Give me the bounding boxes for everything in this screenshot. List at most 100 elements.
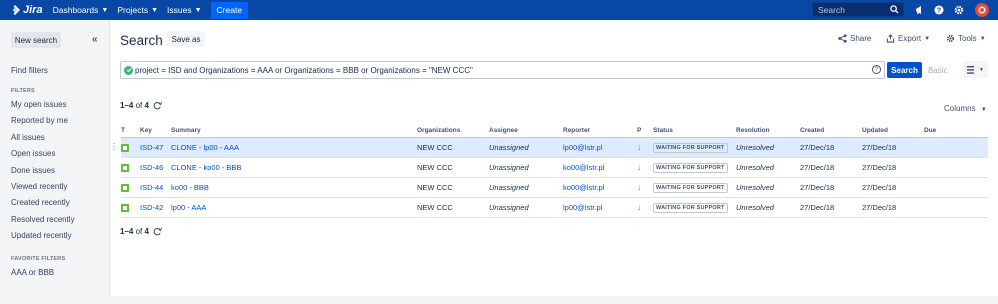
table-row[interactable]: ISD-44 ko00 - BBB NEW CCC Unassigned ko0… [121, 177, 988, 198]
results-count-bottom: 1–4 of 4 [120, 227, 162, 236]
filter-viewed-recently[interactable]: Viewed recently [11, 182, 67, 191]
service-request-icon [121, 143, 129, 152]
issue-key[interactable]: ISD-42 [140, 203, 163, 212]
issue-created: 27/Dec/18 [800, 177, 862, 198]
export-icon [886, 34, 895, 43]
global-search-input[interactable]: Search [812, 2, 904, 17]
col-updated[interactable]: Updated [862, 124, 924, 138]
chevron-down-icon: ▼ [151, 6, 159, 14]
table-row[interactable]: ISD-46 CLONE - ko00 - BBB NEW CCC Unassi… [121, 157, 988, 178]
issue-organizations: NEW CCC [417, 197, 489, 218]
col-assignee[interactable]: Assignee [489, 124, 563, 138]
new-search-button[interactable]: New search [11, 32, 61, 48]
priority-low-arrow-icon: ↓ [637, 142, 642, 152]
filters-sidebar: New search « Find filters FILTERS My ope… [0, 20, 110, 296]
issue-summary[interactable]: CLONE - ko00 - BBB [171, 163, 241, 172]
col-reporter[interactable]: Reporter [563, 124, 637, 138]
filter-open-issues[interactable]: Open issues [11, 149, 55, 158]
issue-reporter[interactable]: lp00@lstr.pl [563, 143, 602, 152]
issue-resolution: Unresolved [736, 177, 800, 198]
create-button[interactable]: Create [210, 1, 249, 19]
refresh-icon[interactable] [153, 101, 162, 110]
double-chevron-left-icon[interactable]: « [92, 34, 98, 45]
jira-icon [12, 5, 20, 15]
tools-label: Tools [958, 34, 977, 43]
filter-updated-recently[interactable]: Updated recently [11, 231, 71, 240]
user-avatar[interactable] [975, 3, 989, 17]
issue-resolution: Unresolved [736, 197, 800, 218]
filters-heading: FILTERS [11, 88, 35, 94]
nav-dashboards[interactable]: Dashboards ▼ [53, 5, 109, 15]
results-total: 4 [144, 101, 149, 110]
col-summary[interactable]: Summary [171, 124, 417, 138]
issue-assignee: Unassigned [489, 137, 563, 158]
issue-created: 27/Dec/18 [800, 197, 862, 218]
issue-organizations: NEW CCC [417, 157, 489, 178]
basic-mode-link[interactable]: Basic [928, 66, 948, 75]
megaphone-icon[interactable] [914, 4, 926, 16]
help-icon[interactable]: ? [933, 4, 945, 16]
col-key[interactable]: Key [140, 124, 171, 138]
issue-summary[interactable]: CLONE - lp00 - AAA [171, 143, 239, 152]
issue-summary[interactable]: lp00 - AAA [171, 203, 206, 212]
issue-key[interactable]: ISD-46 [140, 163, 163, 172]
valid-query-check-icon [124, 65, 133, 75]
col-due[interactable]: Due [924, 124, 988, 138]
service-request-icon [121, 183, 129, 192]
issues-table: T Key Summary Organizations Assignee Rep… [121, 124, 988, 218]
search-button[interactable]: Search [887, 62, 922, 78]
row-drag-handle-icon[interactable]: ⋮ [110, 142, 118, 151]
filter-resolved-recently[interactable]: Resolved recently [11, 215, 75, 224]
col-created[interactable]: Created [800, 124, 862, 138]
issue-key[interactable]: ISD-47 [140, 143, 163, 152]
chevron-down-icon: ▼ [924, 35, 931, 42]
columns-button[interactable]: Columns ▼ [944, 104, 987, 113]
results-of: of [135, 101, 143, 110]
col-organizations[interactable]: Organizations [417, 124, 489, 138]
avatar-icon [978, 6, 986, 14]
export-button[interactable]: Export ▼ [886, 34, 930, 43]
jira-logo[interactable]: Jira [10, 4, 43, 16]
status-badge: WAITING FOR SUPPORT [653, 162, 728, 173]
issue-summary[interactable]: ko00 - BBB [171, 183, 209, 192]
view-options-button[interactable]: ▼ [963, 61, 988, 78]
settings-icon[interactable] [953, 4, 965, 16]
issue-reporter[interactable]: lp00@lstr.pl [563, 203, 602, 212]
tools-button[interactable]: Tools ▼ [946, 34, 986, 43]
col-priority[interactable]: P [637, 124, 653, 138]
service-request-icon [121, 203, 129, 212]
refresh-icon[interactable] [153, 227, 162, 236]
table-row[interactable]: ISD-47 CLONE - lp00 - AAA NEW CCC Unassi… [121, 137, 988, 158]
status-badge: WAITING FOR SUPPORT [653, 182, 728, 193]
col-type[interactable]: T [121, 124, 140, 138]
export-label: Export [898, 34, 922, 43]
page-title: Search [120, 33, 163, 48]
status-badge: WAITING FOR SUPPORT [653, 202, 728, 213]
col-resolution[interactable]: Resolution [736, 124, 800, 138]
chevron-down-icon: ▼ [979, 35, 986, 42]
nav-projects[interactable]: Projects ▼ [117, 5, 158, 15]
col-status[interactable]: Status [653, 124, 736, 138]
issue-reporter[interactable]: ko00@lstr.pl [563, 163, 604, 172]
save-as-button[interactable]: Save as [167, 31, 205, 47]
issue-key[interactable]: ISD-44 [140, 183, 163, 192]
filter-reported-by-me[interactable]: Reported by me [11, 116, 68, 125]
favorite-filter-aaa-or-bbb[interactable]: AAA or BBB [11, 268, 54, 277]
nav-issues[interactable]: Issues ▼ [167, 5, 202, 15]
table-row[interactable]: ISD-42 lp00 - AAA NEW CCC Unassigned lp0… [121, 197, 988, 218]
issue-resolution: Unresolved [736, 137, 800, 158]
results-of: of [135, 227, 143, 236]
list-view-icon [967, 65, 975, 74]
filter-all-issues[interactable]: All issues [11, 133, 45, 142]
filter-my-open-issues[interactable]: My open issues [11, 100, 67, 109]
issue-updated: 27/Dec/18 [862, 197, 924, 218]
issue-assignee: Unassigned [489, 157, 563, 178]
issue-reporter[interactable]: ko00@lstr.pl [563, 183, 604, 192]
filter-created-recently[interactable]: Created recently [11, 198, 70, 207]
share-button[interactable]: Share [838, 34, 871, 43]
chevron-down-icon: ▼ [194, 6, 202, 14]
find-filters-link[interactable]: Find filters [11, 66, 48, 75]
filter-done-issues[interactable]: Done issues [11, 166, 55, 175]
syntax-help-icon[interactable]: ? [872, 65, 881, 74]
jql-query-input[interactable]: project = ISD and Organizations = AAA or… [120, 61, 885, 79]
